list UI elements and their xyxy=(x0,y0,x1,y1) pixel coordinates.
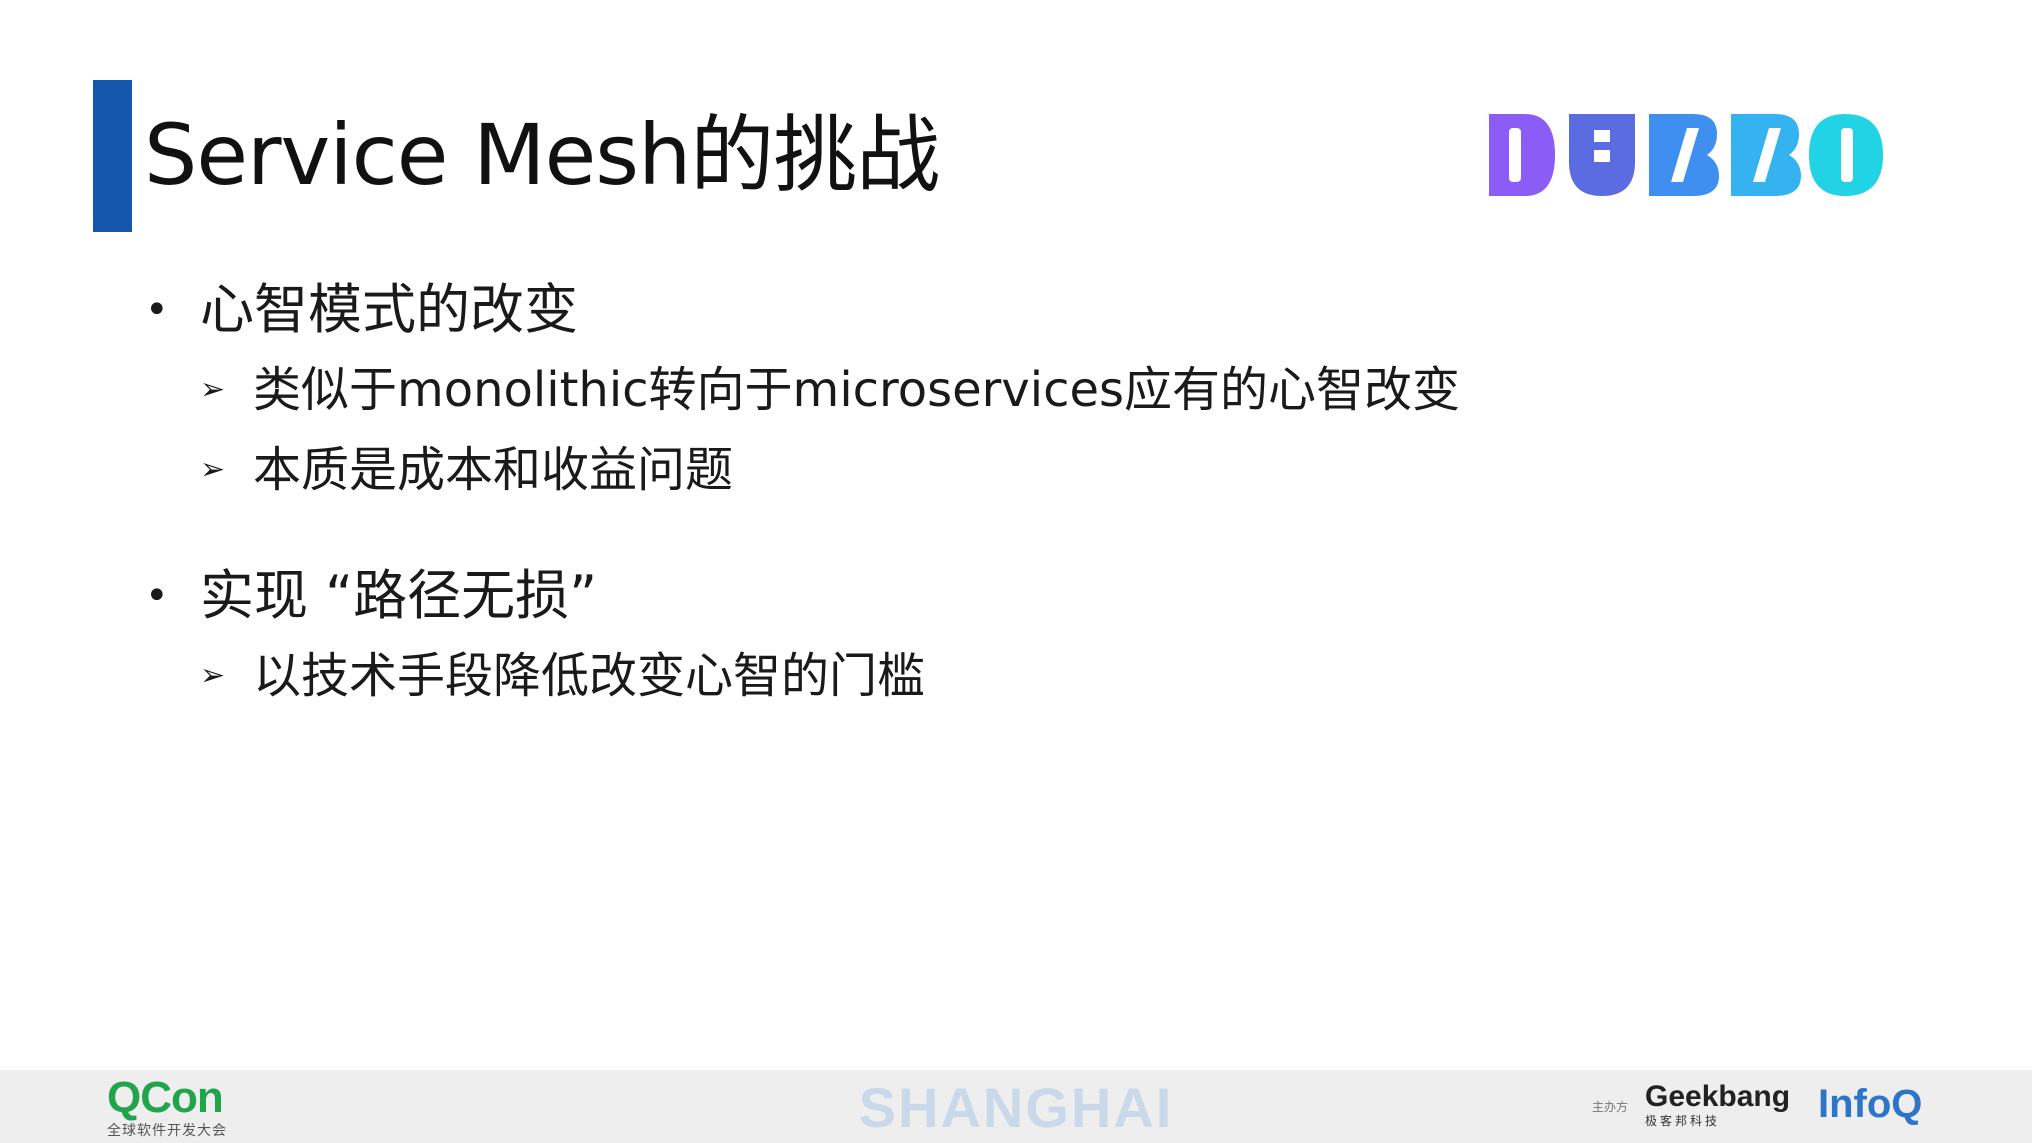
sub-bullet-item: ➢ 类似于monolithic转向于microservices应有的心智改变 xyxy=(145,350,1795,430)
arrow-bullet-icon: ➢ xyxy=(200,658,226,693)
arrow-bullet-icon: ➢ xyxy=(200,452,226,487)
title-accent-bar xyxy=(93,80,132,232)
logo-letter-d xyxy=(1489,114,1555,196)
dubbo-logo xyxy=(1489,114,1883,196)
bullet-item: • 实现 “路径无损” xyxy=(145,556,1795,636)
slide-title: Service Mesh的挑战 xyxy=(144,106,940,204)
organizer-label: 主办方 xyxy=(1592,1100,1629,1114)
footer: QCon 全球软件开发大会 SHANGHAI 主办方 Geekbang 极客邦科… xyxy=(0,1070,2032,1143)
geekbang-subtitle: 极客邦科技 xyxy=(1645,1114,1721,1128)
bullet-text: 实现 “路径无损” xyxy=(200,564,598,627)
bullet-list: • 心智模式的改变 ➢ 类似于monolithic转向于microservice… xyxy=(145,270,1795,716)
slide: Service Mesh的挑战 • 心智模式的改变 ➢ 类似于monolithi… xyxy=(0,0,2032,1143)
geekbang-wordmark: Geekbang xyxy=(1645,1080,1791,1113)
bullet-dot: • xyxy=(145,573,169,619)
bullet-text: 心智模式的改变 xyxy=(200,278,578,341)
bullet-dot: • xyxy=(145,287,169,333)
sub-bullet-item: ➢ 以技术手段降低改变心智的门槛 xyxy=(145,636,1795,716)
sub-bullet-text: 本质是成本和收益问题 xyxy=(253,442,734,498)
arrow-bullet-icon: ➢ xyxy=(200,372,226,407)
sub-bullet-text: 以技术手段降低改变心智的门槛 xyxy=(253,648,926,704)
infoq-logo: InfoQ xyxy=(1818,1082,1923,1126)
sub-bullet-text: 类似于monolithic转向于microservices应有的心智改变 xyxy=(253,362,1461,418)
bullet-item: • 心智模式的改变 xyxy=(145,270,1795,350)
sub-bullet-item: ➢ 本质是成本和收益问题 xyxy=(145,430,1795,510)
geekbang-logo: Geekbang 极客邦科技 xyxy=(1645,1082,1790,1129)
